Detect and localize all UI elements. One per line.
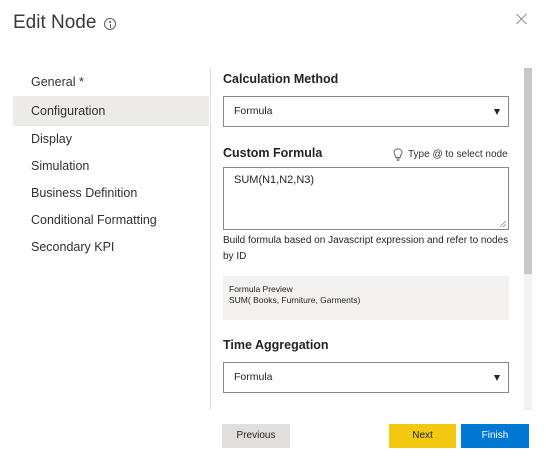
- nav-item-simulation[interactable]: Simulation: [13, 153, 209, 180]
- lightbulb-icon: [393, 148, 403, 161]
- nav-item-general[interactable]: General *: [13, 68, 209, 96]
- nav-item-label: General *: [31, 75, 84, 89]
- calculation-method-value: Formula: [234, 105, 273, 117]
- time-aggregation-select[interactable]: Formula: [223, 362, 509, 393]
- dialog-title: Edit Node: [13, 12, 97, 33]
- close-icon[interactable]: [515, 12, 529, 26]
- custom-formula-value: SUM(N1,N2,N3): [234, 174, 315, 186]
- formula-hint: Type @ to select node: [393, 148, 508, 161]
- formula-hint-text: Type @ to select node: [408, 149, 508, 160]
- settings-nav: General * Configuration Display Simulati…: [13, 68, 209, 261]
- nav-item-conditional-formatting[interactable]: Conditional Formatting: [13, 207, 209, 234]
- nav-divider: [210, 68, 211, 410]
- nav-item-label: Configuration: [31, 104, 106, 118]
- dialog-header: Edit Node: [13, 12, 117, 34]
- chevron-down-icon: [494, 375, 500, 381]
- time-aggregation-label: Time Aggregation: [223, 338, 329, 352]
- nav-item-secondary-kpi[interactable]: Secondary KPI: [13, 234, 209, 261]
- formula-preview: Formula Preview SUM( Books, Furniture, G…: [223, 276, 509, 320]
- finish-button[interactable]: Finish: [461, 424, 529, 448]
- formula-preview-value: SUM( Books, Furniture, Garments): [229, 295, 361, 305]
- chevron-down-icon: [494, 109, 500, 115]
- nav-item-label: Conditional Formatting: [31, 213, 157, 227]
- next-button[interactable]: Next: [389, 424, 456, 448]
- scrollbar-thumb[interactable]: [524, 68, 532, 274]
- nav-item-label: Display: [31, 132, 72, 146]
- nav-item-configuration[interactable]: Configuration: [13, 96, 209, 126]
- info-icon[interactable]: [104, 18, 117, 30]
- time-aggregation-value: Formula: [234, 371, 273, 383]
- nav-item-display[interactable]: Display: [13, 126, 209, 153]
- nav-item-label: Simulation: [31, 159, 90, 173]
- previous-button[interactable]: Previous: [222, 424, 290, 448]
- nav-item-business-definition[interactable]: Business Definition: [13, 180, 209, 207]
- calculation-method-label: Calculation Method: [223, 72, 339, 86]
- nav-item-label: Secondary KPI: [31, 240, 115, 254]
- formula-help-text: Build formula based on Javascript expres…: [223, 235, 509, 262]
- formula-preview-title: Formula Preview: [229, 284, 293, 294]
- resize-grip-icon[interactable]: [499, 220, 507, 228]
- nav-item-label: Business Definition: [31, 186, 138, 200]
- custom-formula-textarea[interactable]: SUM(N1,N2,N3): [223, 167, 509, 230]
- configuration-panel: Calculation Method Formula Custom Formul…: [223, 66, 511, 411]
- calculation-method-select[interactable]: Formula: [223, 96, 509, 127]
- custom-formula-label: Custom Formula: [223, 146, 323, 160]
